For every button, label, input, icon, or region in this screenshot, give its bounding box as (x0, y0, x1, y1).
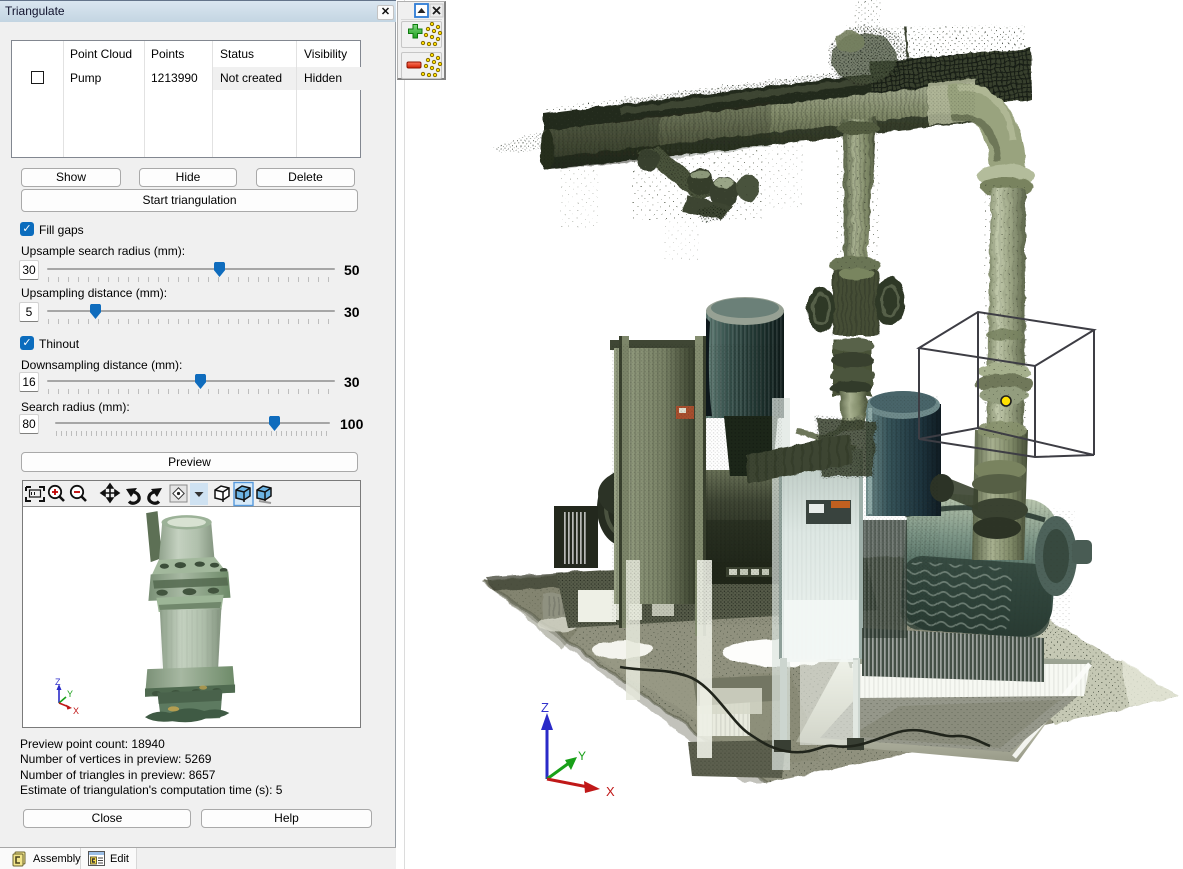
svg-text:X: X (73, 706, 79, 716)
svg-text:Y: Y (578, 749, 586, 763)
svg-text:Y: Y (67, 689, 73, 699)
svg-text:X: X (606, 784, 615, 799)
svg-text:Z: Z (541, 700, 549, 715)
svg-text:Z: Z (55, 677, 61, 687)
